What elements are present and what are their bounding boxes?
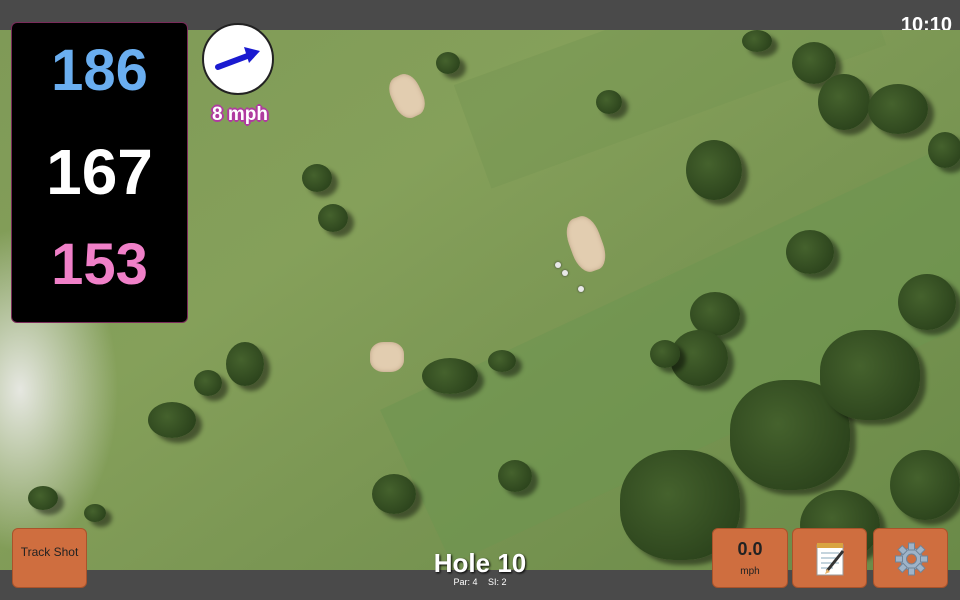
ball-marker — [562, 270, 568, 276]
tree — [28, 486, 58, 510]
stroke-index-label: SI: 2 — [488, 577, 507, 587]
tree — [868, 84, 928, 134]
tree — [650, 340, 680, 368]
tree — [498, 460, 532, 492]
wind-indicator[interactable] — [202, 23, 274, 95]
back-distance: 153 — [51, 232, 148, 297]
front-distance: 186 — [51, 38, 148, 103]
par-label: Par: 4 — [453, 577, 478, 587]
tree — [372, 474, 416, 514]
tree — [226, 342, 264, 386]
tree — [928, 132, 960, 168]
bunker — [561, 212, 611, 276]
tree-line — [820, 330, 920, 420]
bunker — [370, 342, 404, 372]
speed-button[interactable]: 0.0 mph — [712, 528, 788, 588]
tree — [194, 370, 222, 396]
hole-title: Hole 10 — [433, 548, 527, 578]
gear-icon — [895, 542, 928, 576]
hole-info: Par: 4 SI: 2 — [380, 577, 580, 587]
wind-speed-label: 8 mph — [212, 104, 268, 125]
bunker — [384, 69, 430, 123]
tree — [898, 274, 956, 330]
arrow-icon — [215, 47, 260, 70]
speed-unit: mph — [740, 566, 760, 577]
tree — [742, 30, 772, 52]
distance-panel: 186 167 153 — [11, 22, 188, 323]
tree — [302, 164, 332, 192]
tree-line — [890, 450, 960, 520]
center-distance: 167 — [46, 136, 153, 208]
tree — [422, 358, 478, 394]
tree — [488, 350, 516, 372]
notepad-icon — [816, 543, 845, 576]
tree — [148, 402, 196, 438]
settings-button[interactable] — [873, 528, 948, 588]
tree — [596, 90, 622, 114]
ball-marker — [578, 286, 584, 292]
tree — [786, 230, 834, 274]
ball-marker — [555, 262, 561, 268]
tree — [84, 504, 106, 522]
speed-value: 0.0 — [737, 539, 763, 559]
tree — [818, 74, 870, 130]
notes-button[interactable] — [792, 528, 867, 588]
tree — [686, 140, 742, 200]
tree — [436, 52, 460, 74]
tree — [318, 204, 348, 232]
track-shot-label: Track Shot — [20, 545, 79, 559]
track-shot-button[interactable]: Track Shot — [12, 528, 87, 588]
